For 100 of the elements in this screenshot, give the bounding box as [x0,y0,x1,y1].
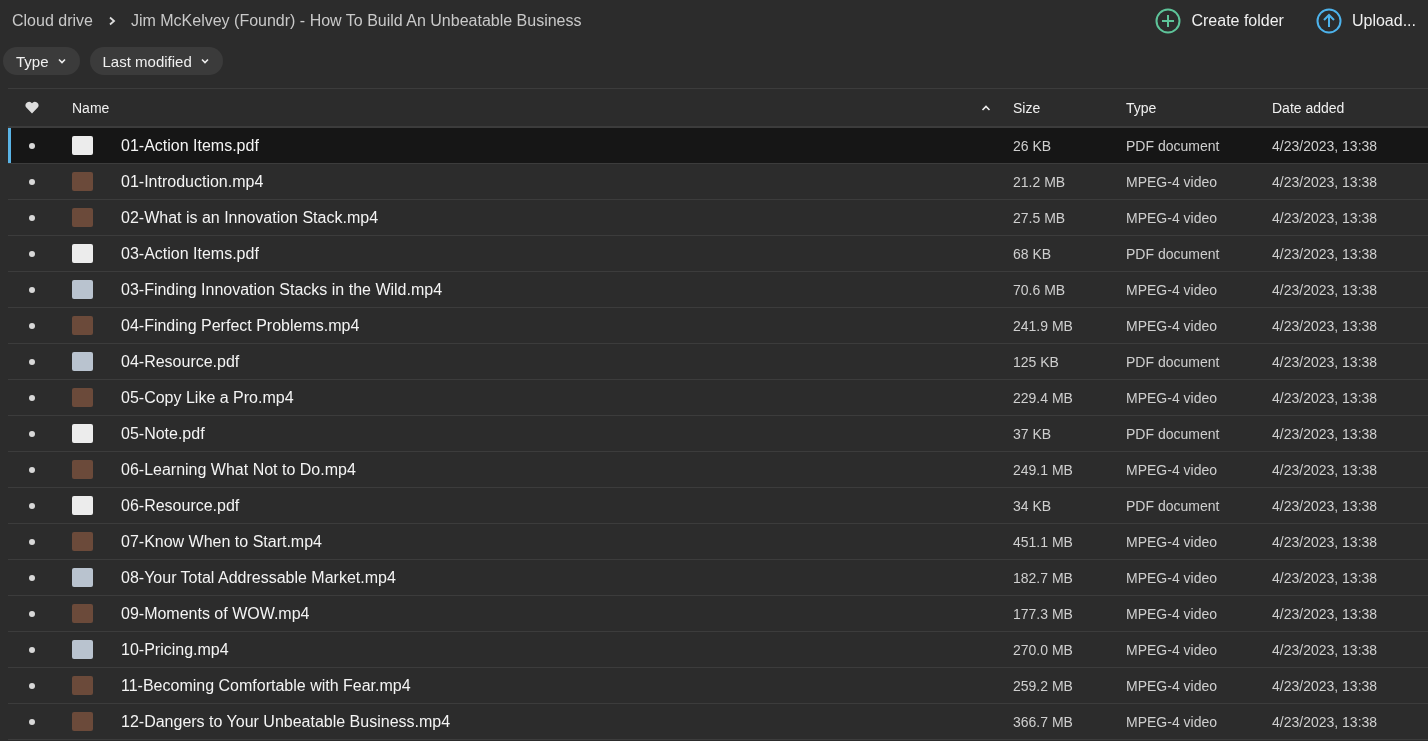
file-size: 68 KB [1013,245,1053,262]
file-type: MPEG-4 video [1126,713,1219,730]
file-type: MPEG-4 video [1126,569,1219,586]
file-row[interactable]: 01-Action Items.pdf 26 KB PDF document 4/23/2023, 13:38 [8,128,1428,164]
file-name: 07-Know When to Start.mp4 [121,532,323,551]
file-name: 04-Finding Perfect Problems.mp4 [121,316,361,335]
file-row[interactable]: 11-Becoming Comfortable with Fear.mp4 259.2 MB MPEG-4 video 4/23/2023, 13:38 [8,668,1428,704]
heart-icon[interactable] [25,101,39,114]
file-type: PDF document [1126,137,1221,154]
video-thumbnail [72,460,93,479]
dot-icon [29,358,35,365]
file-size: 177.3 MB [1013,605,1074,622]
document-thumbnail [72,640,93,659]
file-size: 21.2 MB [1013,173,1067,190]
breadcrumb-link[interactable]: Jim McKelvey (Foundr) - How To Build An Unbeatable Business [130,12,582,30]
document-thumbnail [72,568,93,587]
file-name: 11-Becoming Comfortable with Fear.mp4 [121,676,412,695]
file-row[interactable]: 04-Resource.pdf 125 KB PDF document 4/23/2023, 13:38 [8,344,1428,380]
column-header[interactable]: Name [72,99,981,116]
column-header[interactable]: Date added [1272,99,1428,116]
file-size: 249.1 MB [1013,461,1074,478]
video-thumbnail [72,172,93,191]
file-row[interactable]: 10-Pricing.mp4 270.0 MB MPEG-4 video 4/23/2023, 13:38 [8,632,1428,668]
video-thumbnail [72,208,93,227]
file-row[interactable]: 05-Note.pdf 37 KB PDF document 4/23/2023, 13:38 [8,416,1428,452]
file-row[interactable]: 07-Know When to Start.mp4 451.1 MB MPEG-4 video 4/23/2023, 13:38 [8,524,1428,560]
date-added: 4/23/2023, 13:38 [1272,425,1379,442]
dot-icon [29,286,35,293]
file-type: MPEG-4 video [1126,281,1219,298]
document-thumbnail [72,352,93,371]
date-added: 4/23/2023, 13:38 [1272,353,1379,370]
date-added: 4/23/2023, 13:38 [1272,317,1379,334]
file-row[interactable]: 03-Action Items.pdf 68 KB PDF document 4/23/2023, 13:38 [8,236,1428,272]
date-added: 4/23/2023, 13:38 [1272,533,1379,550]
file-size: 259.2 MB [1013,677,1074,694]
file-row[interactable]: 01-Introduction.mp4 21.2 MB MPEG-4 video 4/23/2023, 13:38 [8,164,1428,200]
file-row[interactable]: 09-Moments of WOW.mp4 177.3 MB MPEG-4 video 4/23/2023, 13:38 [8,596,1428,632]
file-row[interactable]: 02-What is an Innovation Stack.mp4 27.5 MB MPEG-4 video 4/23/2023, 13:38 [8,200,1428,236]
date-added: 4/23/2023, 13:38 [1272,713,1379,730]
column-header[interactable]: Type [1126,99,1272,116]
file-name: 01-Action Items.pdf [121,136,260,155]
document-thumbnail [72,280,93,299]
date-added: 4/23/2023, 13:38 [1272,209,1379,226]
file-size: 27.5 MB [1013,209,1067,226]
upload-button[interactable]: Upload... [1315,8,1416,34]
date-added: 4/23/2023, 13:38 [1272,245,1379,262]
dot-icon [29,394,35,401]
video-thumbnail [72,532,93,551]
dot-icon [29,250,35,257]
chevron-down-icon [56,56,67,66]
dot-icon [29,466,35,473]
dot-icon [29,646,35,653]
plus-circle-icon [1155,8,1182,34]
file-row[interactable]: 04-Finding Perfect Problems.mp4 241.9 MB MPEG-4 video 4/23/2023, 13:38 [8,308,1428,344]
file-name: 03-Action Items.pdf [121,244,260,263]
date-added: 4/23/2023, 13:38 [1272,137,1379,154]
sort-caret-icon[interactable] [981,103,991,112]
file-type: MPEG-4 video [1126,605,1219,622]
file-type: PDF document [1126,353,1221,370]
document-thumbnail [72,244,93,263]
file-row[interactable]: 03-Finding Innovation Stacks in the Wild.mp4 70.6 MB MPEG-4 video 4/23/2023, 13:38 [8,272,1428,308]
dot-icon [29,718,35,725]
video-thumbnail [72,604,93,623]
filter-dropdown[interactable]: Last modified [89,47,223,75]
file-name: 04-Resource.pdf [121,352,241,371]
file-name: 05-Copy Like a Pro.mp4 [121,388,295,407]
breadcrumb-link[interactable]: Cloud drive [12,12,93,30]
file-type: MPEG-4 video [1126,317,1219,334]
create-folder-button[interactable]: Create folder [1155,8,1284,34]
dot-icon [29,214,35,221]
file-size: 366.7 MB [1013,713,1074,730]
document-thumbnail [72,496,93,515]
filter-dropdown[interactable]: Type [3,47,80,75]
file-size: 182.7 MB [1013,569,1074,586]
document-thumbnail [72,136,93,155]
file-name: 06-Learning What Not to Do.mp4 [121,460,357,479]
file-name: 12-Dangers to Your Unbeatable Business.mp4 [121,712,452,731]
chevron-down-icon [199,56,210,66]
date-added: 4/23/2023, 13:38 [1272,569,1379,586]
file-size: 229.4 MB [1013,389,1074,406]
video-thumbnail [72,676,93,695]
dot-icon [29,502,35,509]
video-thumbnail [72,316,93,335]
file-row[interactable]: 12-Dangers to Your Unbeatable Business.mp4 366.7 MB MPEG-4 video 4/23/2023, 13:38 [8,704,1428,740]
date-added: 4/23/2023, 13:38 [1272,461,1379,478]
file-row[interactable]: 05-Copy Like a Pro.mp4 229.4 MB MPEG-4 video 4/23/2023, 13:38 [8,380,1428,416]
file-size: 125 KB [1013,353,1060,370]
video-thumbnail [72,388,93,407]
file-row[interactable]: 06-Resource.pdf 34 KB PDF document 4/23/2023, 13:38 [8,488,1428,524]
file-name: 03-Finding Innovation Stacks in the Wild.mp4 [121,280,444,299]
file-row[interactable]: 08-Your Total Addressable Market.mp4 182.7 MB MPEG-4 video 4/23/2023, 13:38 [8,560,1428,596]
column-header[interactable]: Size [1013,99,1126,116]
file-name: 01-Introduction.mp4 [121,172,265,191]
file-name: 10-Pricing.mp4 [121,640,230,659]
file-name: 09-Moments of WOW.mp4 [121,604,311,623]
file-size: 37 KB [1013,425,1053,442]
dot-icon [29,538,35,545]
file-type: PDF document [1126,245,1221,262]
file-row[interactable]: 06-Learning What Not to Do.mp4 249.1 MB MPEG-4 video 4/23/2023, 13:38 [8,452,1428,488]
file-size: 34 KB [1013,497,1053,514]
